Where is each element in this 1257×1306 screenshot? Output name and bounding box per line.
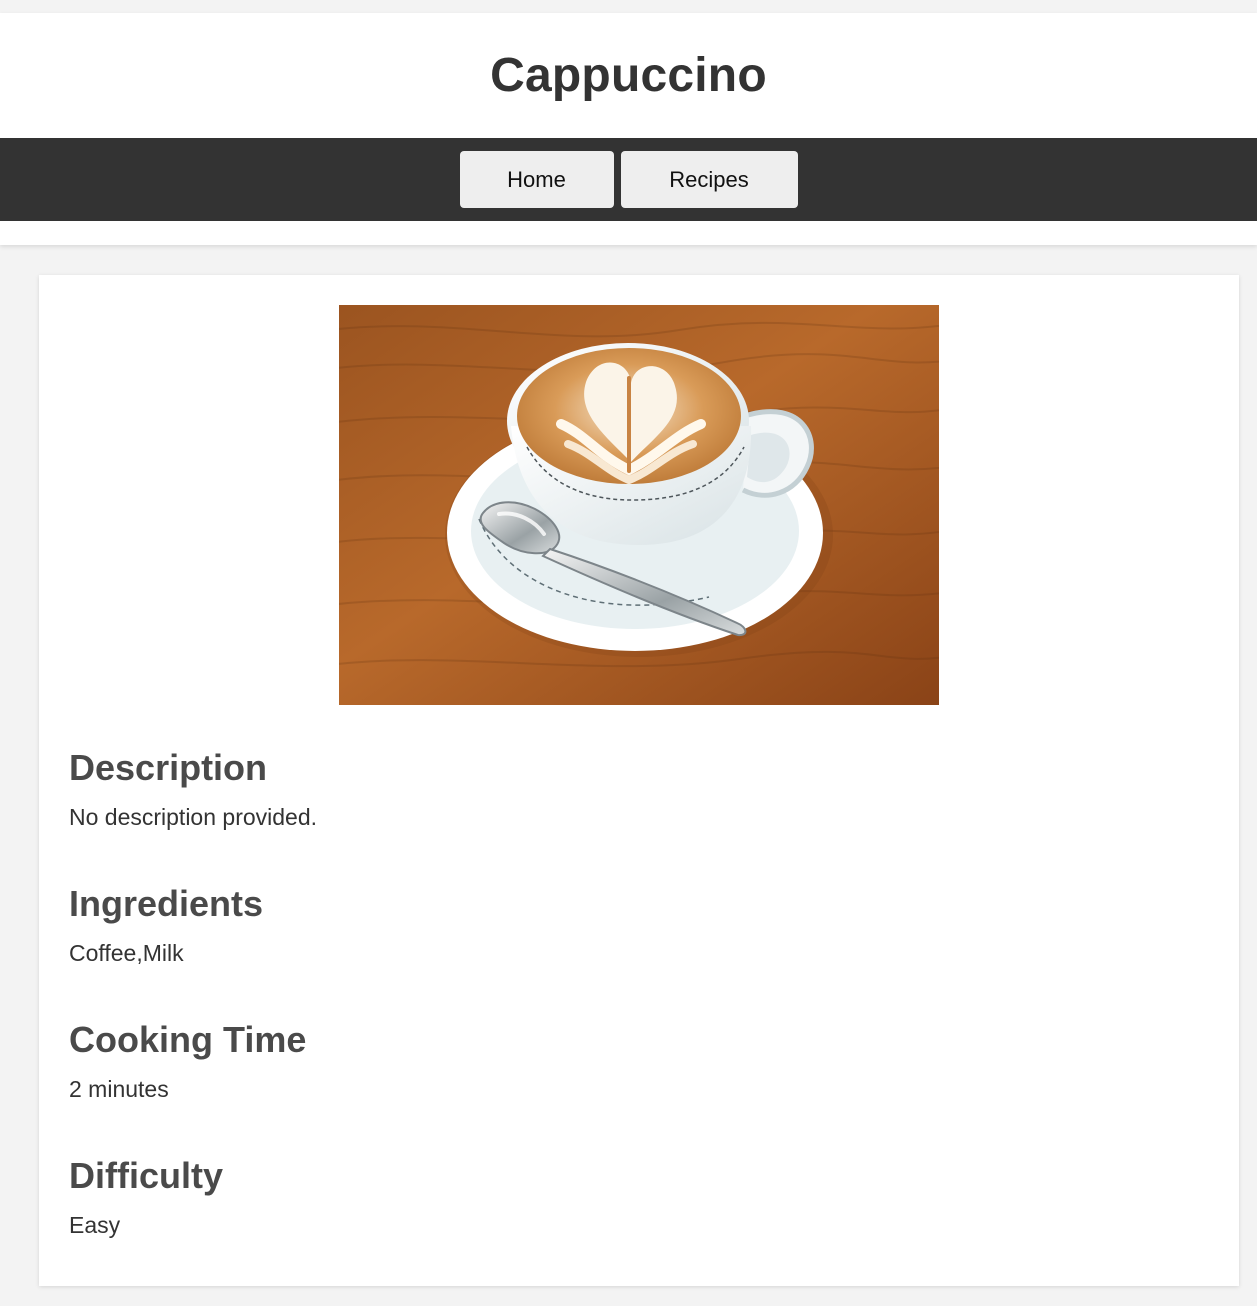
recipe-image xyxy=(339,305,939,705)
ingredients-text: Coffee,Milk xyxy=(69,940,184,966)
home-button[interactable]: Home xyxy=(459,151,614,208)
difficulty-section: Difficulty Easy xyxy=(69,1155,1209,1240)
cooking-time-text: 2 minutes xyxy=(69,1076,169,1102)
description-heading: Description xyxy=(69,747,268,788)
cappuccino-photo xyxy=(339,305,939,705)
recipe-card: Description No description provided. Ing… xyxy=(39,275,1239,1286)
ingredients-heading: Ingredients xyxy=(69,883,264,924)
cooking-time-section: Cooking Time 2 minutes xyxy=(69,1019,1209,1104)
description-text: No description provided. xyxy=(69,804,318,830)
top-strip xyxy=(0,0,1257,13)
ingredients-section: Ingredients Coffee,Milk xyxy=(69,883,1209,968)
main-navigation: Home Recipes xyxy=(0,138,1257,221)
recipes-button[interactable]: Recipes xyxy=(620,151,798,208)
description-section: Description No description provided. xyxy=(69,747,1209,832)
site-header: Cappuccino Home Recipes xyxy=(0,13,1257,245)
page-title: Cappuccino xyxy=(490,49,767,102)
difficulty-heading: Difficulty xyxy=(69,1155,224,1196)
title-wrap: Cappuccino xyxy=(0,13,1257,138)
cooking-time-heading: Cooking Time xyxy=(69,1019,307,1060)
difficulty-text: Easy xyxy=(69,1212,121,1238)
